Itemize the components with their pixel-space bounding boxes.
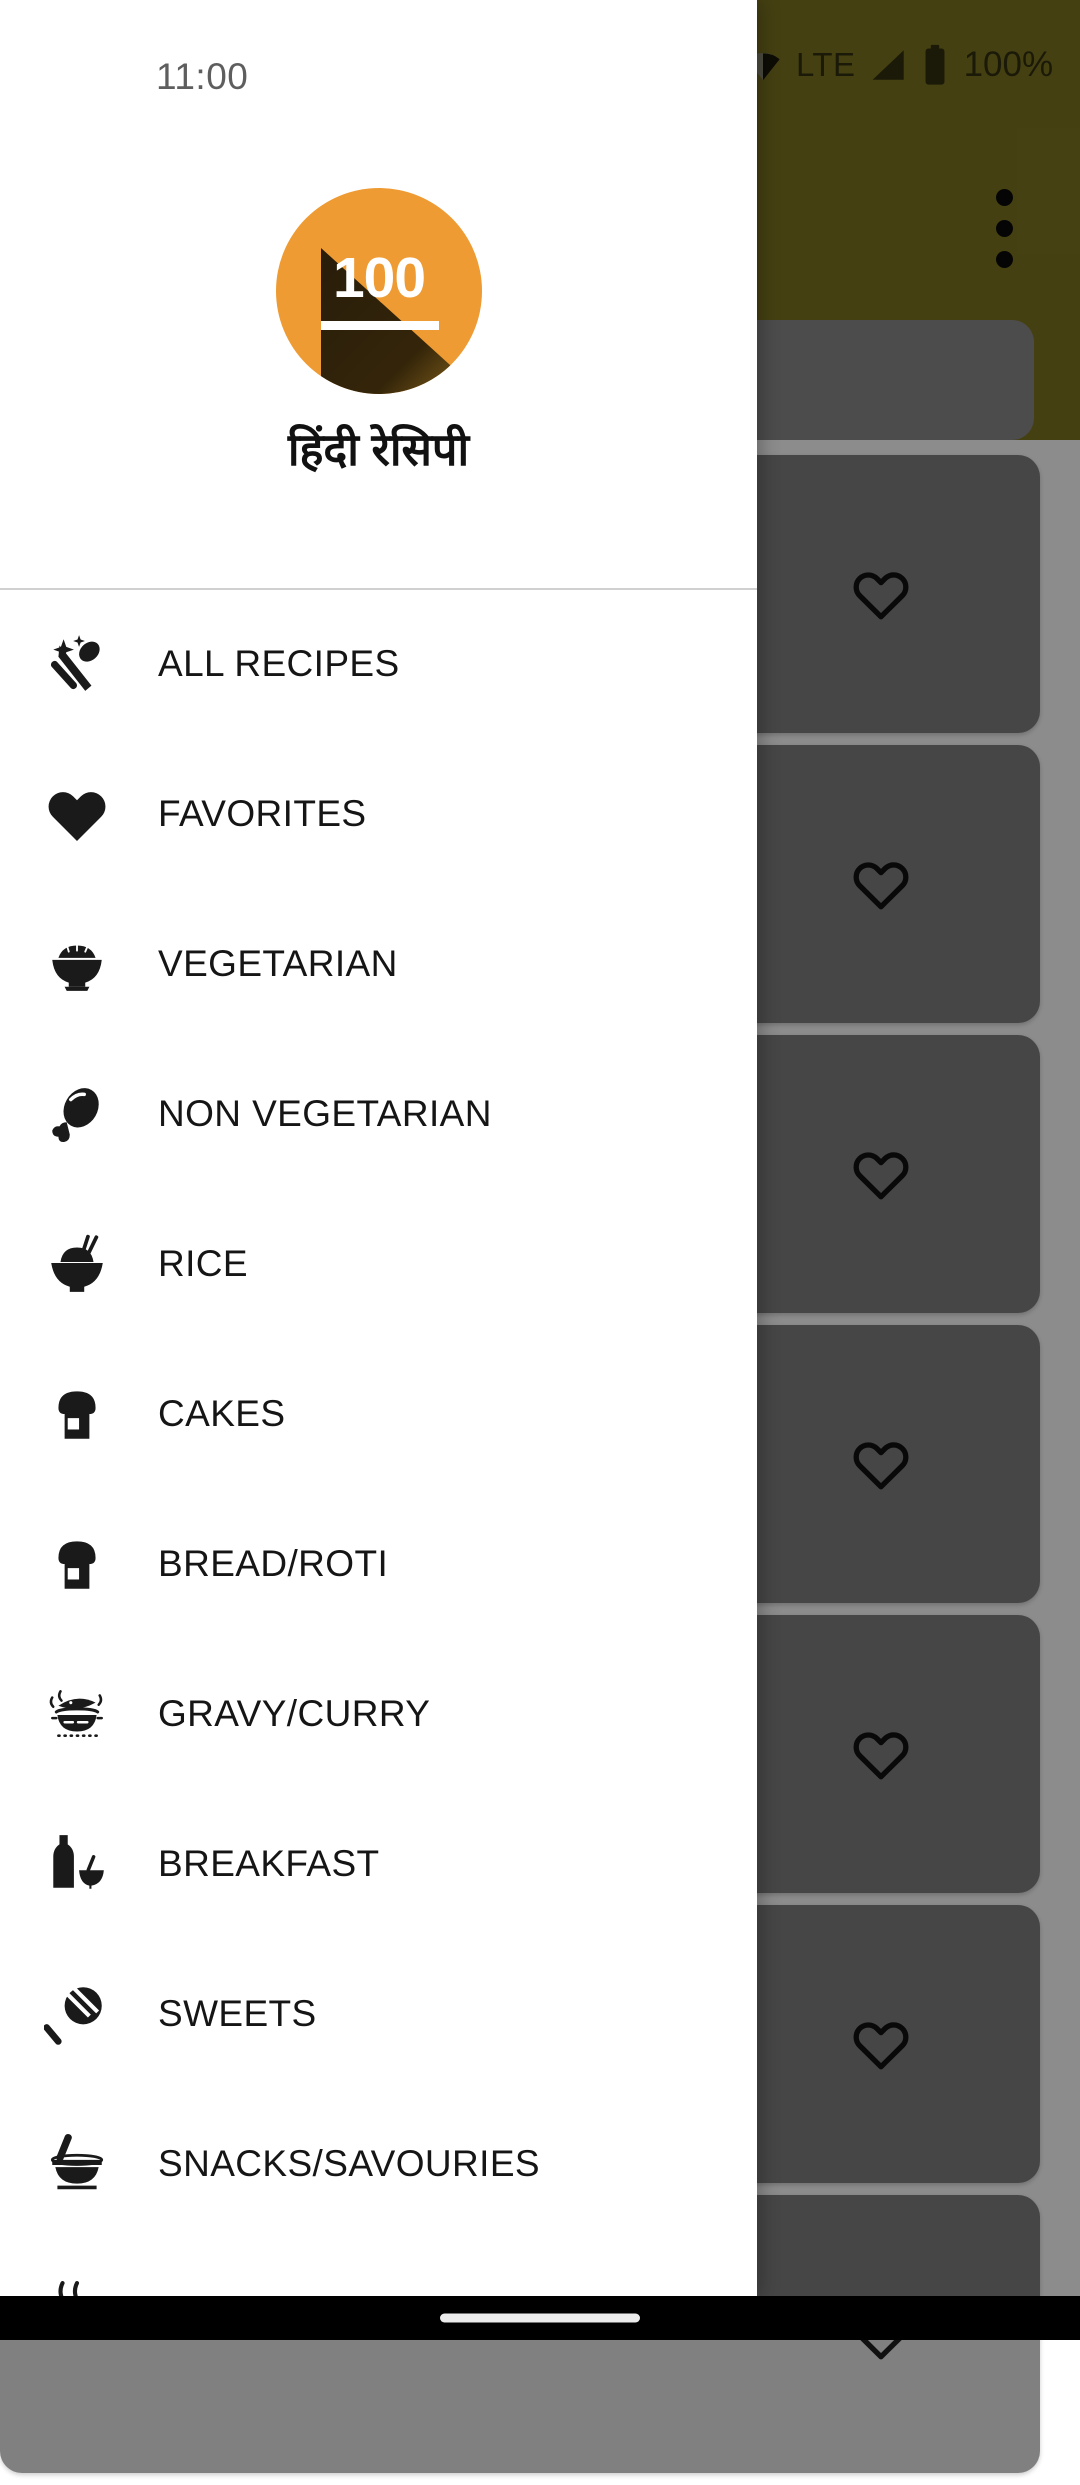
salad-bowl-icon bbox=[40, 927, 114, 1001]
cooking-pot-steam-icon bbox=[40, 1677, 114, 1751]
drawer-item-cakes[interactable]: CAKES bbox=[0, 1339, 757, 1489]
app-title: हिंदी रेसिपी bbox=[287, 424, 470, 475]
milk-bottle-bowl-icon bbox=[40, 1827, 114, 1901]
drawer-item-vegetarian[interactable]: VEGETARIAN bbox=[0, 889, 757, 1039]
drawer-item-label: VEGETARIAN bbox=[158, 943, 398, 984]
drawer-item-label: CAKES bbox=[158, 1393, 286, 1434]
heart-outline-icon[interactable] bbox=[852, 2015, 910, 2073]
drawer-item-favorites[interactable]: FAVORITES bbox=[0, 739, 757, 889]
battery-icon bbox=[922, 44, 948, 86]
partial-icon bbox=[40, 2277, 114, 2296]
navigation-drawer: 11:00 100 हिंदी रेसिपी ALL RECIPES FAVOR… bbox=[0, 0, 757, 2296]
rice-bowl-chopsticks-icon bbox=[40, 1227, 114, 1301]
bread-loaf-icon bbox=[40, 1527, 114, 1601]
drawer-item-rice[interactable]: RICE bbox=[0, 1189, 757, 1339]
app-logo: 100 bbox=[276, 188, 482, 394]
app-logo-underline bbox=[321, 321, 439, 330]
drawer-item-label: BREAKFAST bbox=[158, 1843, 380, 1884]
drawer-item-snacks-savouries[interactable]: SNACKS/SAVOURIES bbox=[0, 2089, 757, 2239]
drawer-item-bread-roti[interactable]: BREAD/ROTI bbox=[0, 1489, 757, 1639]
mortar-pestle-icon bbox=[40, 2127, 114, 2201]
drawer-item-label: ALL RECIPES bbox=[158, 643, 400, 684]
drawer-item-breakfast[interactable]: BREAKFAST bbox=[0, 1789, 757, 1939]
network-type-label: LTE bbox=[796, 46, 856, 83]
drawer-item-partial[interactable] bbox=[0, 2239, 757, 2296]
status-bar-left: 11:00 bbox=[0, 0, 757, 130]
drawer-item-label: NON VEGETARIAN bbox=[158, 1093, 492, 1134]
heart-outline-icon[interactable] bbox=[852, 855, 910, 913]
bread-loaf-icon bbox=[40, 1377, 114, 1451]
drawer-item-non-vegetarian[interactable]: NON VEGETARIAN bbox=[0, 1039, 757, 1189]
spoon-fork-sparkle-icon bbox=[40, 627, 114, 701]
drawer-menu-list: ALL RECIPES FAVORITES VEGETARIAN NON VEG… bbox=[0, 589, 757, 2296]
heart-filled-icon bbox=[40, 777, 114, 851]
more-vert-dot bbox=[995, 188, 1013, 206]
heart-outline-icon[interactable] bbox=[852, 1435, 910, 1493]
home-indicator-pill[interactable] bbox=[440, 2313, 640, 2323]
heart-outline-icon[interactable] bbox=[852, 1145, 910, 1203]
drawer-item-label: RICE bbox=[158, 1243, 248, 1284]
drawer-item-gravy-curry[interactable]: GRAVY/CURRY bbox=[0, 1639, 757, 1789]
drawer-item-label: SWEETS bbox=[158, 1993, 317, 2034]
drawer-item-label: FAVORITES bbox=[158, 793, 367, 834]
heart-outline-icon[interactable] bbox=[852, 1725, 910, 1783]
more-vert-icon[interactable] bbox=[976, 188, 1032, 268]
drawer-item-label: BREAD/ROTI bbox=[158, 1543, 389, 1584]
heart-outline-icon[interactable] bbox=[852, 565, 910, 623]
status-time-label: 11:00 bbox=[156, 56, 249, 97]
drawer-item-sweets[interactable]: SWEETS bbox=[0, 1939, 757, 2089]
more-vert-dot bbox=[995, 219, 1013, 237]
drawer-item-label: SNACKS/SAVOURIES bbox=[158, 2143, 540, 2184]
signal-icon bbox=[868, 47, 910, 83]
status-bar-right: LTE 100% bbox=[746, 0, 1080, 130]
system-navigation-bar bbox=[0, 2296, 1080, 2340]
more-vert-dot bbox=[995, 250, 1013, 268]
drawer-header: 100 हिंदी रेसिपी bbox=[0, 130, 757, 589]
drawer-item-label: GRAVY/CURRY bbox=[158, 1693, 431, 1734]
lollipop-icon bbox=[40, 1977, 114, 2051]
battery-percent-label: 100% bbox=[963, 45, 1054, 84]
status-icon-group: LTE 100% bbox=[742, 44, 1053, 86]
drawer-item-all-recipes[interactable]: ALL RECIPES bbox=[0, 589, 757, 739]
app-logo-text: 100 bbox=[332, 246, 426, 310]
chicken-drumstick-icon bbox=[40, 1077, 114, 1151]
